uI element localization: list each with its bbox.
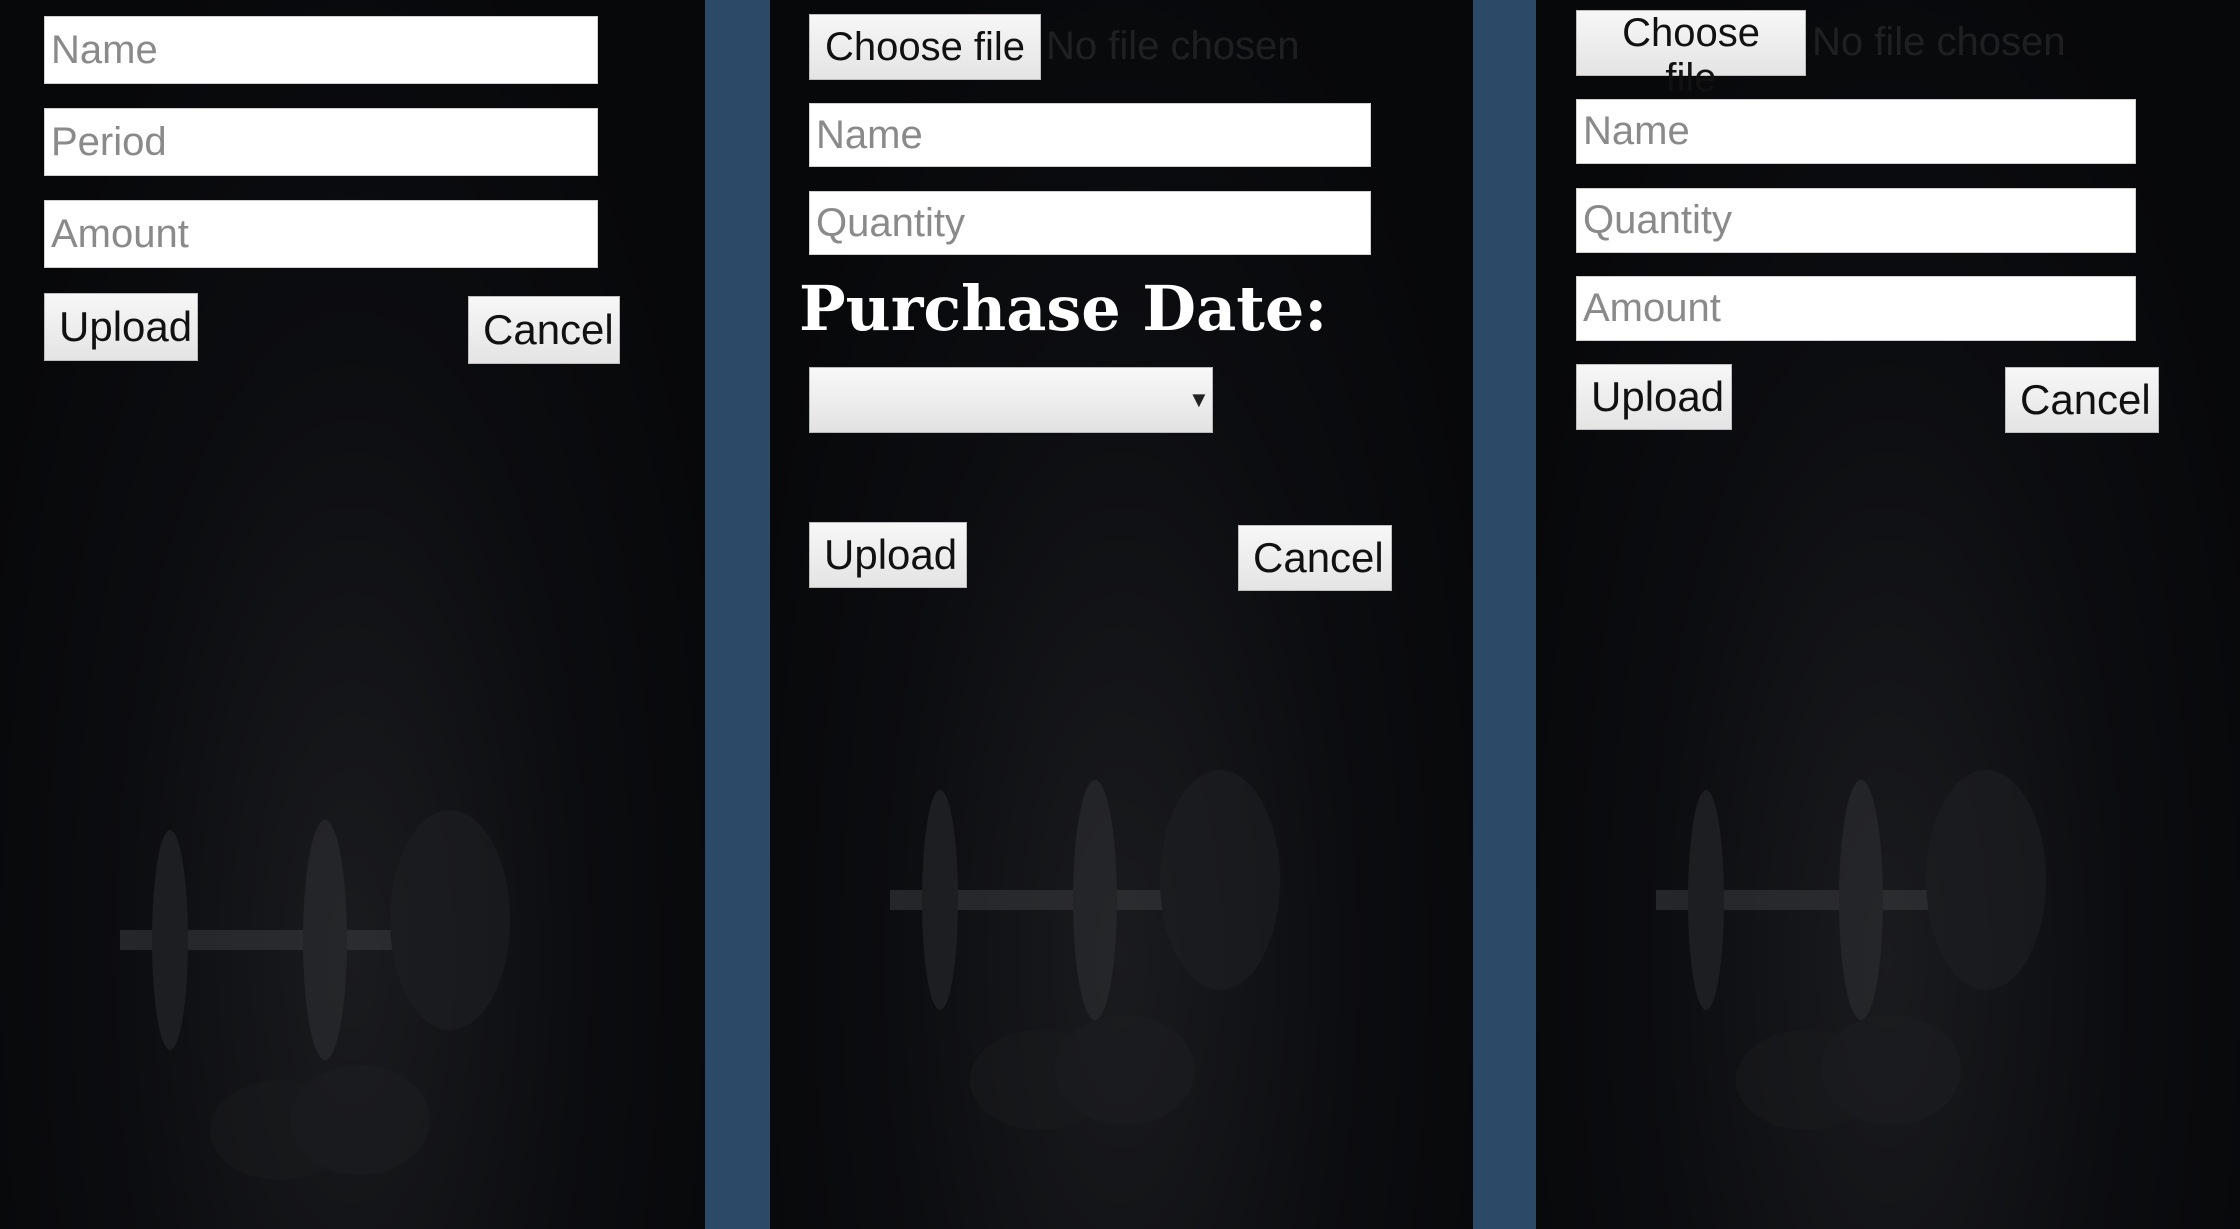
- choose-file-button[interactable]: Choose file: [1576, 10, 1806, 100]
- upload-button[interactable]: Upload: [809, 522, 967, 588]
- form-panel-2: Choose file No file chosen Purchase Date…: [770, 0, 1473, 1229]
- app-screen: Upload Cancel Choose file No file chosen…: [0, 0, 2240, 1229]
- name-input[interactable]: [44, 16, 598, 84]
- form-panel-1: Upload Cancel: [0, 0, 705, 1229]
- period-input[interactable]: [44, 108, 598, 176]
- amount-input[interactable]: [44, 200, 598, 268]
- quantity-input[interactable]: [1576, 188, 2136, 253]
- upload-button[interactable]: Upload: [44, 293, 198, 361]
- form-panel-3: Choose file No file chosen Upload Cancel: [1536, 0, 2240, 1229]
- choose-file-button[interactable]: Choose file: [809, 14, 1041, 80]
- upload-button[interactable]: Upload: [1576, 364, 1732, 430]
- quantity-input[interactable]: [809, 191, 1371, 255]
- name-input[interactable]: [1576, 99, 2136, 164]
- name-input[interactable]: [809, 103, 1371, 167]
- no-file-chosen-text: No file chosen: [1046, 24, 1300, 68]
- dumbbell-icon: [890, 770, 1280, 1130]
- purchase-date-select[interactable]: [809, 367, 1213, 433]
- no-file-chosen-text: No file chosen: [1812, 20, 2066, 64]
- cancel-button[interactable]: Cancel: [1238, 525, 1392, 591]
- amount-input[interactable]: [1576, 276, 2136, 341]
- cancel-button[interactable]: Cancel: [2005, 367, 2159, 433]
- chevron-down-icon: ▼: [1188, 387, 1210, 412]
- cancel-button[interactable]: Cancel: [468, 296, 620, 364]
- dumbbell-icon: [1656, 770, 2046, 1130]
- dumbbell-icon: [120, 810, 510, 1180]
- purchase-date-heading: Purchase Date:: [799, 272, 1328, 345]
